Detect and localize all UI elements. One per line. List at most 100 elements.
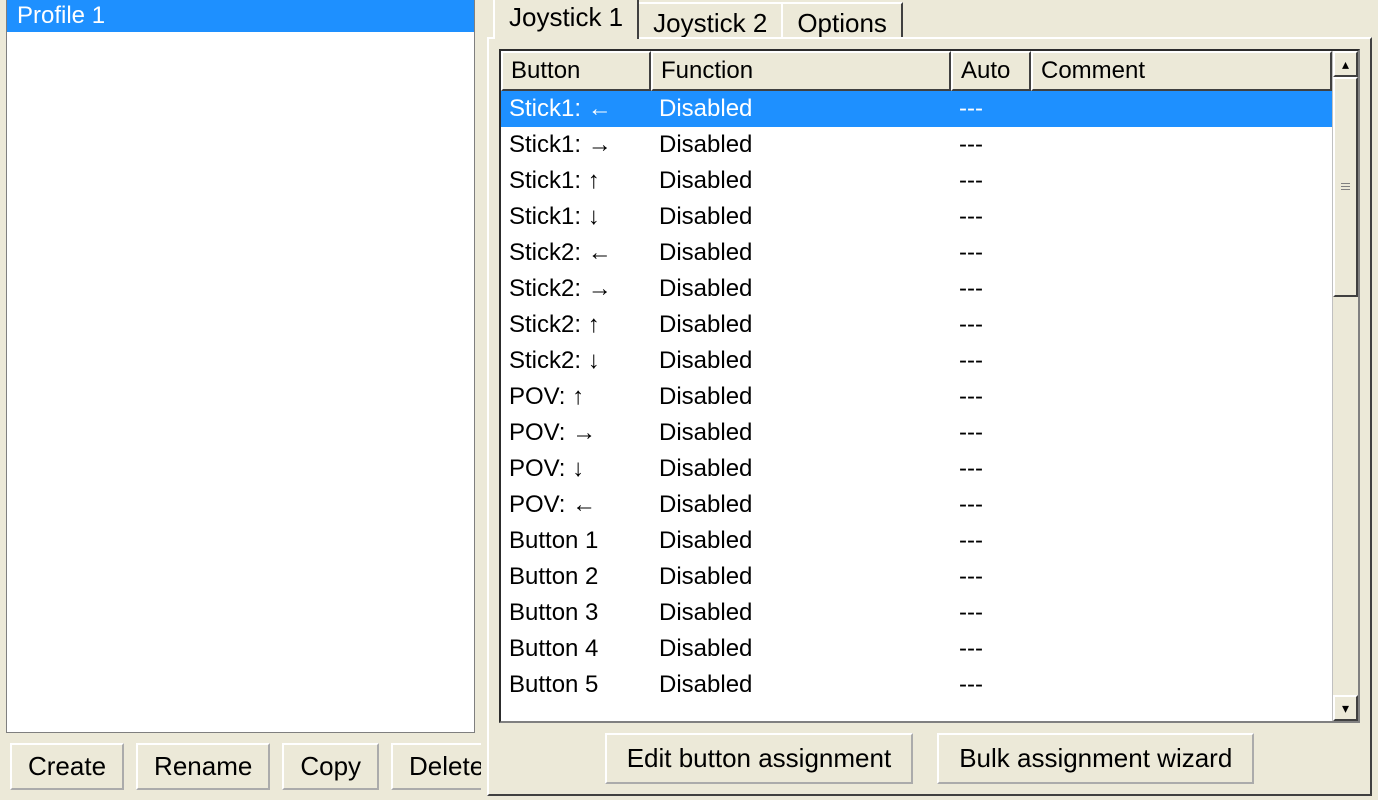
triangle-up-icon: ▴: [1342, 56, 1349, 73]
table-row[interactable]: POV: ↓Disabled---: [501, 451, 1332, 487]
column-header-button[interactable]: Button: [501, 51, 651, 91]
cell-button: Stick1: ↓: [501, 199, 651, 235]
cell-button: POV: ↓: [501, 451, 651, 487]
column-header-auto[interactable]: Auto: [951, 51, 1031, 91]
scroll-up-button[interactable]: ▴: [1333, 51, 1358, 77]
table-row[interactable]: Button 3Disabled---: [501, 595, 1332, 631]
tab-joystick-1[interactable]: Joystick 1: [493, 0, 639, 39]
profile-list-item-label: Profile 1: [17, 2, 105, 29]
tab-label: Joystick 1: [509, 2, 623, 32]
table-row[interactable]: Stick2: ←Disabled---: [501, 235, 1332, 271]
copy-button[interactable]: Copy: [282, 743, 379, 790]
cell-comment: [1031, 307, 1332, 343]
cell-comment: [1031, 91, 1332, 127]
cell-auto: ---: [951, 307, 1031, 343]
cell-comment: [1031, 163, 1332, 199]
cell-button: Button 5: [501, 667, 651, 703]
app-root: Profile 1 Create Rename Copy Delete Joys…: [0, 0, 1378, 800]
cell-button: Stick1: ←: [501, 91, 651, 127]
cell-function: Disabled: [651, 235, 951, 271]
listview-header: Button Function Auto Comment: [501, 51, 1332, 91]
cell-comment: [1031, 415, 1332, 451]
cell-function: Disabled: [651, 487, 951, 523]
table-row[interactable]: POV: ↑Disabled---: [501, 379, 1332, 415]
cell-button: Stick1: →: [501, 127, 651, 163]
cell-function: Disabled: [651, 451, 951, 487]
cell-button: Button 1: [501, 523, 651, 559]
cell-function: Disabled: [651, 667, 951, 703]
cell-function: Disabled: [651, 379, 951, 415]
table-row[interactable]: Stick2: ↓Disabled---: [501, 343, 1332, 379]
cell-comment: [1031, 379, 1332, 415]
column-header-comment[interactable]: Comment: [1031, 51, 1332, 91]
cell-auto: ---: [951, 631, 1031, 667]
cell-function: Disabled: [651, 199, 951, 235]
left-panel: Profile 1 Create Rename Copy Delete: [0, 0, 481, 800]
cell-function: Disabled: [651, 163, 951, 199]
bulk-assignment-wizard-button[interactable]: Bulk assignment wizard: [937, 733, 1254, 784]
cell-button: Stick2: ↓: [501, 343, 651, 379]
cell-function: Disabled: [651, 91, 951, 127]
cell-comment: [1031, 667, 1332, 703]
cell-function: Disabled: [651, 271, 951, 307]
right-panel: Joystick 1 Joystick 2 Options Button Fun…: [481, 0, 1378, 800]
cell-button: POV: ←: [501, 487, 651, 523]
table-row[interactable]: Stick1: ↑Disabled---: [501, 163, 1332, 199]
cell-auto: ---: [951, 343, 1031, 379]
cell-button: POV: ↑: [501, 379, 651, 415]
tab-label: Joystick 2: [653, 8, 767, 38]
cell-auto: ---: [951, 595, 1031, 631]
rename-button[interactable]: Rename: [136, 743, 270, 790]
cell-comment: [1031, 595, 1332, 631]
right-buttons-bar: Edit button assignment Bulk assignment w…: [499, 723, 1360, 784]
cell-auto: ---: [951, 523, 1031, 559]
profile-list-item[interactable]: Profile 1: [7, 0, 474, 32]
cell-auto: ---: [951, 271, 1031, 307]
cell-auto: ---: [951, 559, 1031, 595]
cell-auto: ---: [951, 127, 1031, 163]
listview-body: Stick1: ←Disabled---Stick1: →Disabled---…: [501, 91, 1332, 721]
cell-comment: [1031, 559, 1332, 595]
cell-function: Disabled: [651, 595, 951, 631]
cell-button: POV: →: [501, 415, 651, 451]
cell-auto: ---: [951, 451, 1031, 487]
cell-auto: ---: [951, 91, 1031, 127]
table-row[interactable]: Button 5Disabled---: [501, 667, 1332, 703]
column-header-function[interactable]: Function: [651, 51, 951, 91]
cell-function: Disabled: [651, 559, 951, 595]
profile-buttons-bar: Create Rename Copy Delete: [6, 733, 475, 794]
scrollbar-track[interactable]: [1333, 77, 1358, 695]
table-row[interactable]: Stick2: →Disabled---: [501, 271, 1332, 307]
vertical-scrollbar[interactable]: ▴ ▾: [1332, 51, 1358, 721]
table-row[interactable]: Stick1: ↓Disabled---: [501, 199, 1332, 235]
tab-bar: Joystick 1 Joystick 2 Options: [487, 0, 1372, 39]
cell-comment: [1031, 343, 1332, 379]
table-row[interactable]: Stick2: ↑Disabled---: [501, 307, 1332, 343]
cell-function: Disabled: [651, 415, 951, 451]
cell-auto: ---: [951, 379, 1031, 415]
cell-function: Disabled: [651, 523, 951, 559]
tab-label: Options: [797, 8, 887, 38]
table-row[interactable]: Stick1: →Disabled---: [501, 127, 1332, 163]
tab-joystick-2[interactable]: Joystick 2: [637, 2, 783, 39]
table-row[interactable]: Button 2Disabled---: [501, 559, 1332, 595]
cell-function: Disabled: [651, 343, 951, 379]
table-row[interactable]: POV: ←Disabled---: [501, 487, 1332, 523]
cell-comment: [1031, 127, 1332, 163]
scroll-down-button[interactable]: ▾: [1333, 695, 1358, 721]
profile-listbox[interactable]: Profile 1: [6, 0, 475, 733]
cell-comment: [1031, 451, 1332, 487]
scrollbar-thumb[interactable]: [1333, 77, 1358, 297]
tab-options[interactable]: Options: [781, 2, 903, 39]
table-row[interactable]: Stick1: ←Disabled---: [501, 91, 1332, 127]
edit-button-assignment-button[interactable]: Edit button assignment: [605, 733, 914, 784]
cell-function: Disabled: [651, 127, 951, 163]
assignment-listview[interactable]: Button Function Auto Comment Stick1: ←Di…: [501, 51, 1332, 721]
cell-auto: ---: [951, 235, 1031, 271]
triangle-down-icon: ▾: [1342, 700, 1349, 717]
table-row[interactable]: POV: →Disabled---: [501, 415, 1332, 451]
cell-auto: ---: [951, 667, 1031, 703]
table-row[interactable]: Button 4Disabled---: [501, 631, 1332, 667]
create-button[interactable]: Create: [10, 743, 124, 790]
table-row[interactable]: Button 1Disabled---: [501, 523, 1332, 559]
